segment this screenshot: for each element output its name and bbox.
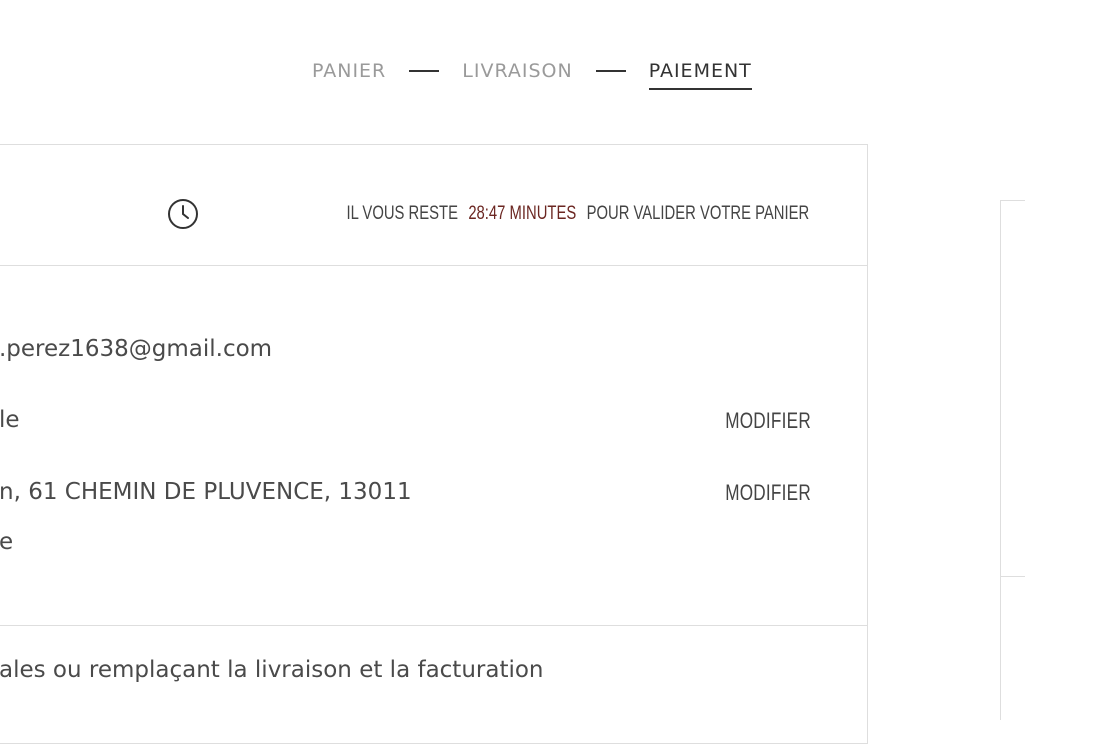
aside-top-border [1001,200,1025,201]
cart-timer: IL VOUS RESTE 28:47 MINUTES POUR VALIDER… [166,197,809,231]
timer-row: IL VOUS RESTE 28:47 MINUTES POUR VALIDER… [0,145,867,266]
shipping-address-line-1: n, 61 CHEMIN DE PLUVENCE, 13011 [0,479,412,505]
timer-prefix: IL VOUS RESTE [346,203,458,224]
clock-icon [167,199,198,229]
breadcrumb-separator [409,70,440,72]
checkout-summary-card: IL VOUS RESTE 28:47 MINUTES POUR VALIDER… [0,144,868,744]
aside-divider [1001,576,1025,577]
breadcrumb-step-livraison[interactable]: LIVRAISON [462,56,572,86]
timer-suffix: POUR VALIDER VOTRE PANIER [586,203,809,224]
contact-info: .perez1638@gmail.com le MODIFIER n, 61 C… [0,266,867,626]
section-divider [0,625,867,626]
timer-text: IL VOUS RESTE 28:47 MINUTES POUR VALIDER… [346,203,809,225]
shipping-method-value: le [0,407,20,433]
modify-shipping-method-button[interactable]: MODIFIER [725,408,811,434]
shipping-address-line-2: e [0,529,14,555]
order-summary-panel [1000,200,1104,720]
checkout-breadcrumb: PANIER LIVRAISON PAIEMENT [312,56,752,90]
billing-section-text: ales ou remplaçant la livraison et la fa… [0,657,544,683]
breadcrumb-step-panier[interactable]: PANIER [312,56,386,86]
timer-remaining: 28:47 MINUTES [468,203,577,224]
breadcrumb-separator [595,70,626,72]
breadcrumb-step-paiement: PAIEMENT [648,56,752,90]
modify-address-button[interactable]: MODIFIER [725,480,811,506]
contact-email: .perez1638@gmail.com [0,336,273,362]
